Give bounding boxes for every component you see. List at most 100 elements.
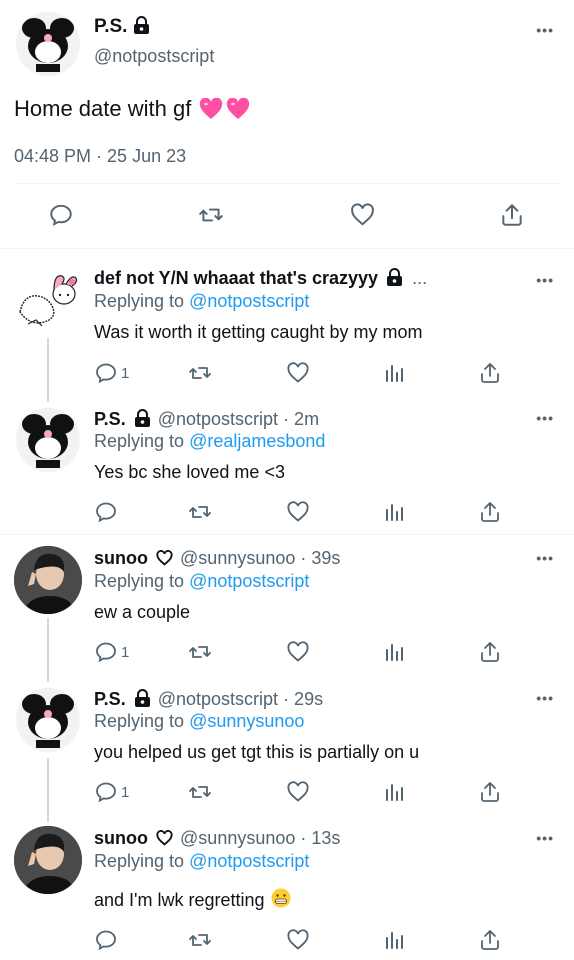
main-avatar[interactable] — [16, 12, 80, 76]
reply-icon — [96, 930, 116, 951]
reply-avatar[interactable] — [16, 688, 80, 752]
more-options-icon[interactable]: ••• — [536, 690, 554, 706]
main-timestamp[interactable]: 04:48 PM · 25 Jun 23 — [14, 146, 186, 167]
replying-to-link[interactable]: @realjamesbond — [189, 431, 325, 451]
reply-avatar[interactable] — [14, 826, 82, 894]
like-button[interactable] — [286, 780, 310, 804]
replying-to: Replying to @realjamesbond — [94, 431, 325, 452]
share-button[interactable] — [499, 202, 525, 228]
replying-to: Replying to @notpostscript — [94, 571, 309, 592]
thread-line — [47, 758, 49, 822]
like-button[interactable] — [286, 928, 310, 952]
share-icon — [481, 642, 499, 662]
analytics-button[interactable] — [383, 361, 407, 385]
divider — [0, 248, 574, 249]
reply-header[interactable]: def not Y/N whaaat that's crazyyy ... — [94, 268, 427, 291]
share-button[interactable] — [478, 361, 502, 385]
reply-button[interactable] — [94, 500, 118, 524]
display-name-text: P.S. — [94, 16, 128, 37]
retweet-button[interactable] — [188, 928, 212, 952]
reply-button[interactable]: 1 — [94, 640, 129, 664]
reply-avatar[interactable] — [14, 546, 82, 614]
replying-to-link[interactable]: @notpostscript — [189, 851, 309, 871]
analytics-icon — [386, 932, 403, 949]
retweet-button[interactable] — [188, 780, 212, 804]
replying-prefix: Replying to — [94, 291, 190, 311]
replying-to-link[interactable]: @notpostscript — [189, 571, 309, 591]
replying-to-link[interactable]: @notpostscript — [189, 291, 309, 311]
share-icon — [481, 930, 499, 950]
share-icon — [502, 204, 522, 226]
display-name: sunoo — [94, 548, 148, 568]
profile-photo-icon — [14, 826, 82, 894]
like-button[interactable] — [286, 361, 310, 385]
analytics-icon — [386, 644, 403, 661]
retweet-button[interactable] — [188, 640, 212, 664]
replying-prefix: Replying to — [94, 711, 190, 731]
reply-header[interactable]: sunoo @sunnysunoo · 13s — [94, 828, 340, 851]
analytics-button[interactable] — [383, 780, 407, 804]
share-button[interactable] — [478, 640, 502, 664]
like-button[interactable] — [286, 500, 310, 524]
reply-button[interactable]: 1 — [94, 780, 129, 804]
lock-icon — [134, 409, 151, 432]
reply-button[interactable] — [48, 202, 74, 228]
reply-text-row: and I'm lwk regretting — [94, 888, 291, 913]
more-options-icon[interactable]: ••• — [536, 550, 554, 566]
reply-icon — [50, 204, 72, 227]
profile-photo-icon — [14, 546, 82, 614]
handle-and-time: @notpostscript · 2m — [157, 409, 320, 429]
replying-to: Replying to @notpostscript — [94, 851, 309, 872]
analytics-icon — [386, 504, 403, 521]
reply-text: and I'm lwk regretting — [94, 890, 265, 910]
reply-header[interactable]: sunoo @sunnysunoo · 39s — [94, 548, 340, 571]
replying-to: Replying to @notpostscript — [94, 291, 309, 312]
retweet-icon — [189, 367, 211, 379]
share-button[interactable] — [478, 780, 502, 804]
more-options-icon[interactable]: ••• — [536, 272, 554, 288]
reply-header[interactable]: P.S. @notpostscript · 29s — [94, 689, 323, 712]
retweet-button[interactable] — [188, 500, 212, 524]
main-handle[interactable]: @notpostscript — [94, 46, 214, 67]
like-button[interactable] — [349, 202, 376, 228]
heart-icon — [287, 781, 309, 802]
more-options-icon[interactable]: ••• — [536, 22, 554, 38]
main-display-name[interactable]: P.S. — [94, 16, 150, 40]
kuromi-avatar-icon — [22, 18, 74, 72]
reply-button[interactable]: 1 — [94, 361, 129, 385]
replying-prefix: Replying to — [94, 851, 190, 871]
more-options-icon[interactable]: ••• — [536, 830, 554, 846]
reply-button[interactable] — [94, 928, 118, 952]
retweet-button[interactable] — [198, 202, 224, 228]
analytics-button[interactable] — [383, 928, 407, 952]
retweet-icon — [189, 506, 211, 518]
analytics-button[interactable] — [383, 640, 407, 664]
reply-count: 1 — [121, 643, 130, 661]
my-melody-muscle-icon — [19, 275, 78, 327]
kuromi-avatar-icon — [22, 414, 74, 468]
display-name: P.S. — [94, 689, 126, 709]
kuromi-avatar-icon — [22, 694, 74, 748]
reply-count: 1 — [121, 364, 130, 382]
reply-avatar[interactable] — [14, 268, 80, 334]
share-button[interactable] — [478, 500, 502, 524]
display-name: P.S. — [94, 409, 126, 429]
reply-text: you helped us get tgt this is partially … — [94, 742, 420, 762]
analytics-button[interactable] — [383, 500, 407, 524]
reply-avatar[interactable] — [16, 408, 80, 472]
like-button[interactable] — [286, 640, 310, 664]
share-icon — [481, 363, 499, 383]
retweet-button[interactable] — [188, 361, 212, 385]
reply-count: 1 — [121, 783, 130, 801]
replying-to-link[interactable]: @sunnysunoo — [189, 711, 304, 731]
handle-and-time: @sunnysunoo · 13s — [180, 828, 341, 848]
more-options-icon[interactable]: ••• — [536, 410, 554, 426]
analytics-icon — [386, 365, 403, 382]
thread-line — [47, 618, 49, 682]
divider — [14, 183, 560, 184]
reply-header[interactable]: P.S. @notpostscript · 2m — [94, 409, 319, 432]
heart-icon — [287, 362, 309, 383]
share-button[interactable] — [478, 928, 502, 952]
heart-outline-icon — [156, 550, 173, 571]
share-icon — [481, 782, 499, 802]
